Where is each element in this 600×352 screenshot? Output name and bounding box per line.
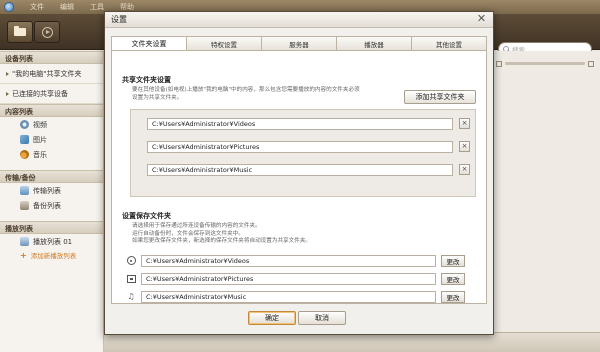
picture-icon <box>20 135 29 144</box>
save-desc-line: 运行自动备份时，文件会保存到这文件夹中。 <box>132 230 244 237</box>
film-reel-icon <box>126 256 136 266</box>
shared-folder-path: C:¥Users¥Administrator¥Pictures <box>147 141 453 153</box>
sidebar-item-music[interactable]: 音乐 <box>0 147 103 162</box>
music-icon <box>20 150 29 159</box>
change-folder-button[interactable]: 更改 <box>441 272 465 285</box>
remove-folder-button[interactable]: × <box>459 141 470 152</box>
large-view-icon <box>588 60 594 67</box>
sidebar-item-transfer-list[interactable]: 传输列表 <box>0 183 103 198</box>
folder-settings-panel: 共享文件夹设置 要在其他设备(如电视)上播放"我的电脑"中的内容，那么包含您需要… <box>111 50 487 304</box>
save-folder-row-video: C:¥Users¥Administrator¥Videos 更改 <box>126 254 476 267</box>
settings-dialog: 设置 ✕ 文件夹设置 特权设置 服务器 播放器 其他设置 共享文件夹设置 要在其… <box>104 11 494 335</box>
share-description: 要在其他设备(如电视)上播放"我的电脑"中的内容，那么包含您需要播放的内容的文件… <box>132 87 360 102</box>
settings-tabs: 文件夹设置 特权设置 服务器 播放器 其他设置 <box>111 36 487 51</box>
folder-icon <box>14 26 26 36</box>
sidebar-item-playlist-01[interactable]: 播放列表 01 <box>0 234 103 249</box>
save-folder-row-pictures: C:¥Users¥Administrator¥Pictures 更改 <box>126 272 476 285</box>
section-header-content: 内容列表 <box>0 104 103 117</box>
sidebar-item-label: 备份列表 <box>33 201 61 210</box>
sidebar-item-backup-list[interactable]: 备份列表 <box>0 198 103 213</box>
shared-folder-list: C:¥Users¥Administrator¥Videos × C:¥Users… <box>130 109 476 197</box>
sidebar-item-video[interactable]: 视频 <box>0 117 103 132</box>
app-logo-icon <box>4 2 14 12</box>
save-folder-path: C:¥Users¥Administrator¥Videos <box>141 254 436 267</box>
small-view-icon <box>496 60 502 67</box>
save-folder-path: C:¥Users¥Administrator¥Music <box>141 290 436 303</box>
video-icon <box>20 120 29 129</box>
section-header-playlists: 播放列表 <box>0 221 103 234</box>
picture-icon <box>126 274 136 284</box>
playlist-icon <box>20 237 29 246</box>
sidebar-item-label: "我的电脑"共享文件夹 <box>12 69 82 78</box>
dialog-title-bar: 设置 ✕ <box>105 12 493 28</box>
play-icon <box>41 26 53 38</box>
plus-icon: + <box>20 250 27 260</box>
tab-other-settings[interactable]: 其他设置 <box>412 36 487 51</box>
sidebar: 设备列表 "我的电脑"共享文件夹 已连接的共享设备 内容列表 视频 图片 音乐 … <box>0 51 104 352</box>
add-shared-folder-button[interactable]: 添加共享文件夹 <box>404 90 476 104</box>
share-section-title: 共享文件夹设置 <box>122 76 171 84</box>
backup-icon <box>20 201 29 210</box>
tab-server[interactable]: 服务器 <box>262 36 337 51</box>
right-panel <box>490 51 600 352</box>
menu-tools[interactable]: 工具 <box>90 2 104 12</box>
sidebar-item-label: 图片 <box>33 135 47 144</box>
save-folder-row-music: ♫ C:¥Users¥Administrator¥Music 更改 <box>126 290 476 303</box>
cancel-button[interactable]: 取消 <box>298 311 346 325</box>
section-header-transfer: 传输/备份 <box>0 170 103 183</box>
save-description: 请选择用于保存通过所连设备传输的内容的文件夹。 运行自动备份时，文件会保存到这文… <box>132 223 311 246</box>
tab-privilege-settings[interactable]: 特权设置 <box>187 36 262 51</box>
music-note-icon: ♫ <box>127 292 135 301</box>
close-icon[interactable]: ✕ <box>476 13 487 25</box>
save-desc-line: 如果您更改保存文件夹，新选择的保存文件夹将自动设置为共享文件夹。 <box>132 238 312 244</box>
expand-arrow-icon <box>6 91 9 96</box>
shared-folder-path: C:¥Users¥Administrator¥Videos <box>147 118 453 130</box>
sidebar-item-label: 音乐 <box>33 150 47 159</box>
menu-edit[interactable]: 编辑 <box>60 2 74 12</box>
folder-view-button[interactable] <box>7 21 33 43</box>
share-desc-line: 要在其他设备(如电视)上播放"我的电脑"中的内容，那么包含您需要播放的内容的文件… <box>132 87 360 93</box>
tab-player[interactable]: 播放器 <box>337 36 412 51</box>
sidebar-item-my-computer[interactable]: "我的电脑"共享文件夹 <box>0 64 103 84</box>
status-bar <box>104 332 600 352</box>
menu-file[interactable]: 文件 <box>30 2 44 12</box>
save-section-title: 设置保存文件夹 <box>122 212 171 220</box>
shared-folder-path: C:¥Users¥Administrator¥Music <box>147 164 453 176</box>
change-folder-button[interactable]: 更改 <box>441 254 465 267</box>
tab-folder-settings[interactable]: 文件夹设置 <box>111 36 187 51</box>
sidebar-item-label: 播放列表 01 <box>33 237 73 246</box>
transfer-icon <box>20 186 29 195</box>
share-desc-line: 设置为共享文件夹。 <box>132 94 183 101</box>
player-view-button[interactable] <box>34 21 60 43</box>
remove-folder-button[interactable]: × <box>459 118 470 129</box>
change-folder-button[interactable]: 更改 <box>441 290 465 303</box>
sidebar-item-connected-devices[interactable]: 已连接的共享设备 <box>0 84 103 104</box>
sidebar-item-label: 视频 <box>33 120 47 129</box>
save-desc-line: 请选择用于保存通过所连设备传输的内容的文件夹。 <box>132 223 261 229</box>
add-playlist-label: 添加新播放列表 <box>30 252 77 260</box>
ok-button[interactable]: 确定 <box>248 311 296 325</box>
save-folder-path: C:¥Users¥Administrator¥Pictures <box>141 272 436 285</box>
sidebar-item-pictures[interactable]: 图片 <box>0 132 103 147</box>
expand-arrow-icon <box>6 71 9 76</box>
sidebar-item-label: 已连接的共享设备 <box>12 89 68 98</box>
dialog-title: 设置 <box>111 15 127 24</box>
view-size-control[interactable] <box>496 59 594 68</box>
size-slider[interactable] <box>505 62 585 65</box>
section-header-devices: 设备列表 <box>0 51 103 64</box>
add-playlist-link[interactable]: + 添加新播放列表 <box>0 249 103 261</box>
remove-folder-button[interactable]: × <box>459 164 470 175</box>
sidebar-item-label: 传输列表 <box>33 186 61 195</box>
